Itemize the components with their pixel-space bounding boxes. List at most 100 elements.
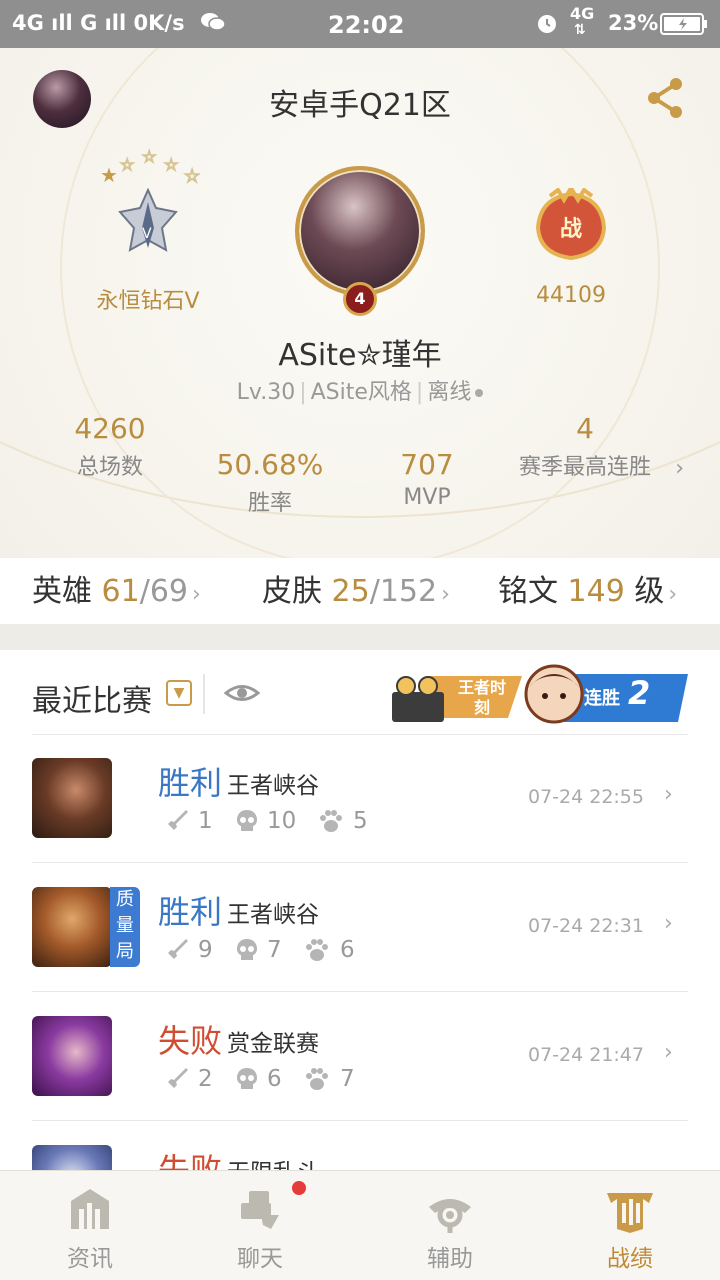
match-result: 胜利 <box>158 764 223 802</box>
avatar-level-badge: 4 <box>343 282 377 316</box>
paw-icon <box>320 810 342 832</box>
data-arrows-icon: ⇅ <box>574 22 586 38</box>
stat-total-matches: 4260 总场数 <box>60 412 160 481</box>
clock: 22:02 <box>328 11 405 39</box>
player-meta: Lv.30 | ASite风格 | 离线 <box>160 374 560 406</box>
stat-value: 4260 <box>74 412 146 445</box>
stat-win-rate: 50.68% 胜率 <box>208 448 332 517</box>
profile-header: 安卓手Q21区 ★ ☆ ☆ ☆ ☆ V 永恒钻石V 4 战 44109 ASite✮瑾年… <box>0 48 720 623</box>
nav-label: 辅助 <box>427 1246 473 1272</box>
chevron-right-icon: › <box>668 582 678 607</box>
nav-label: 战绩 <box>607 1246 653 1272</box>
inscriptions-label: 铭文 <box>498 574 558 609</box>
recent-title: 最近比赛 <box>32 684 152 719</box>
skins-owned: 25 <box>331 574 370 609</box>
wechat-icon <box>200 11 320 38</box>
section-divider <box>0 624 720 650</box>
match-result: 失败 <box>158 1151 223 1170</box>
quality-match-tag: 质量局 <box>110 887 140 967</box>
paw-icon <box>306 939 328 961</box>
hero-portrait <box>32 1145 112 1170</box>
rank-name[interactable]: 永恒钻石V <box>60 283 236 315</box>
deaths: 6 <box>267 1066 282 1092</box>
sword-icon <box>168 939 188 959</box>
share-icon[interactable] <box>640 72 690 122</box>
match-result: 失败 <box>158 1022 223 1060</box>
battle-power-icon: 战 <box>530 184 612 264</box>
bottom-nav: 资讯 聊天 辅助 战绩 <box>0 1170 720 1280</box>
record-icon <box>607 1193 653 1233</box>
match-time: 07-24 22:55 <box>527 786 644 808</box>
nav-label: 资讯 <box>67 1246 113 1272</box>
stat-value: 4 <box>576 412 594 445</box>
server-name[interactable]: 安卓手Q21区 <box>200 80 520 124</box>
sword-icon <box>168 1068 188 1088</box>
news-icon <box>71 1189 109 1229</box>
player-name: ASite✮瑾年 <box>278 338 442 373</box>
chat-icon <box>241 1191 279 1229</box>
svg-text:☆: ☆ <box>142 147 156 166</box>
player-level: Lv.30 <box>236 380 296 405</box>
skull-icon <box>237 810 257 831</box>
match-row[interactable]: 质量局 胜利 王者峡谷 9 7 6 07-24 22:31 › <box>0 863 720 992</box>
svg-text:★: ★ <box>100 163 118 186</box>
chevron-right-icon: › <box>664 782 673 807</box>
kills: 9 <box>198 937 213 963</box>
rank-stars-icon: ★ ☆ ☆ ☆ ☆ <box>100 146 201 188</box>
stat-label: 胜率 <box>247 491 292 516</box>
divider <box>203 674 205 714</box>
stat-best-streak[interactable]: 4 赛季最高连胜 › <box>510 412 684 481</box>
svg-text:V: V <box>142 226 152 242</box>
skins-label: 皮肤 <box>262 574 322 609</box>
skins-link[interactable]: 皮肤 25/152 › <box>262 566 450 610</box>
skull-icon <box>237 939 257 960</box>
inscriptions-level: 149 <box>567 574 625 609</box>
stat-mvp: 707 MVP <box>380 448 474 510</box>
svg-text:☆: ☆ <box>184 166 200 186</box>
recent-matches: 最近比赛 ▼ 王者时刻 连胜 2 胜利 王者峡谷 1 10 5 07-24 22… <box>0 650 720 1170</box>
battery-icon <box>660 13 708 40</box>
hero-portrait <box>32 1016 112 1096</box>
assists: 5 <box>353 808 368 834</box>
match-mode: 王者峡谷 <box>227 773 319 799</box>
collection-row: 英雄 61/69 › 皮肤 25/152 › 铭文 149 级 › <box>0 558 720 624</box>
notification-dot <box>292 1181 306 1195</box>
chevron-right-icon: › <box>664 1040 673 1065</box>
battle-power-value[interactable]: 44109 <box>500 283 642 308</box>
heroes-label: 英雄 <box>32 574 92 609</box>
chevron-right-icon: › <box>192 582 201 607</box>
chevron-right-icon: › <box>675 456 684 481</box>
match-result: 胜利 <box>158 893 223 931</box>
inscriptions-link[interactable]: 铭文 149 级 › <box>498 566 677 610</box>
assist-icon <box>429 1199 471 1233</box>
kills: 2 <box>198 1066 213 1092</box>
match-time: 07-24 22:31 <box>527 915 644 937</box>
eye-icon[interactable] <box>222 678 262 708</box>
nav-label: 聊天 <box>237 1246 283 1272</box>
skins-total: /152 <box>369 574 438 609</box>
hero-portrait <box>32 887 112 967</box>
nav-assist[interactable]: 辅助 <box>360 1171 540 1280</box>
match-row[interactable]: 胜利 王者峡谷 1 10 5 07-24 22:55 › <box>0 734 720 863</box>
match-mode: 王者峡谷 <box>227 902 319 928</box>
match-row[interactable]: 失败 无限乱斗 <box>0 1121 720 1170</box>
online-status: 离线 <box>427 380 472 405</box>
nav-record[interactable]: 战绩 <box>540 1171 720 1280</box>
nav-news[interactable]: 资讯 <box>0 1171 180 1280</box>
svg-text:☆: ☆ <box>120 155 134 174</box>
stat-value: 50.68% <box>216 448 324 481</box>
match-mode: 赏金联赛 <box>227 1031 319 1057</box>
svg-text:☆: ☆ <box>164 155 178 174</box>
chevron-down-icon[interactable]: ▼ <box>166 680 192 706</box>
kills: 1 <box>198 808 213 834</box>
chevron-right-icon: › <box>664 911 673 936</box>
sword-icon <box>168 810 188 830</box>
player-avatar[interactable] <box>295 166 425 296</box>
heroes-link[interactable]: 英雄 61/69 › <box>32 566 201 610</box>
match-row[interactable]: 失败 赏金联赛 2 6 7 07-24 21:47 › <box>0 992 720 1121</box>
nav-chat[interactable]: 聊天 <box>170 1171 350 1280</box>
match-mode: 无限乱斗 <box>227 1153 319 1170</box>
stat-label: 总场数 <box>76 455 143 480</box>
user-avatar[interactable] <box>33 70 91 128</box>
status-dot-icon <box>475 389 484 397</box>
